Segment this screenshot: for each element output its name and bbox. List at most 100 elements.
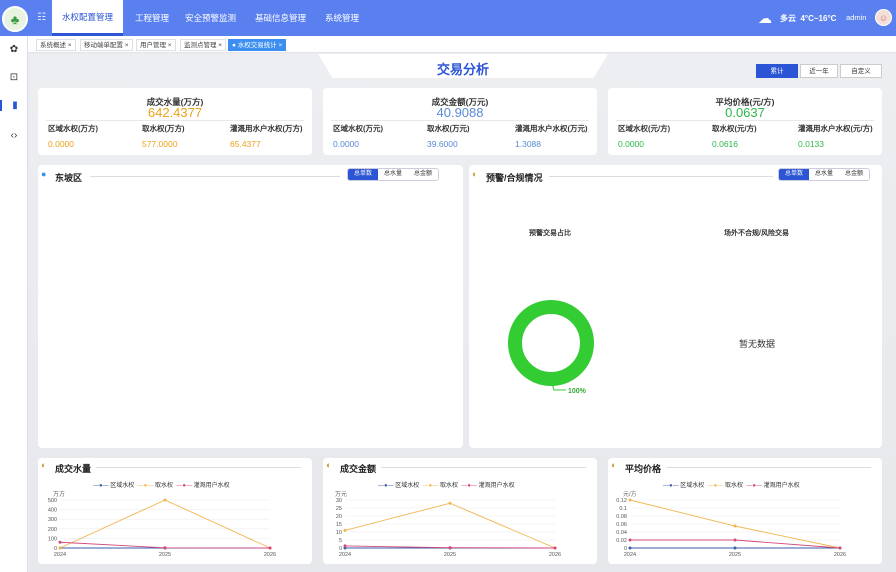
- stat-sub-label: 区域水权(元/方): [618, 124, 671, 133]
- toggle-water-volume[interactable]: 总水量: [378, 169, 409, 180]
- tab-system-overview[interactable]: 系统概述 ×: [36, 39, 76, 51]
- period-last-year-button[interactable]: 近一年: [800, 64, 838, 78]
- no-data-text: 暂无数据: [739, 339, 776, 349]
- y-tick-label: 0.1: [619, 506, 627, 512]
- divider: [666, 467, 871, 468]
- cloud-icon: ☁: [758, 10, 772, 26]
- toggle-amount[interactable]: 总金额: [408, 169, 439, 180]
- nav-basic-info[interactable]: 基础信息管理: [245, 0, 316, 36]
- toggle-order-count[interactable]: 总单数: [779, 169, 810, 180]
- data-point: [343, 544, 347, 548]
- data-point: [268, 546, 272, 550]
- legend-marker: —●—: [663, 483, 679, 489]
- warning-metric-toggle: 总单数 总水量 总金额: [778, 168, 871, 181]
- stat-sub-label: 灌溉用水户水权(元/方): [798, 124, 873, 133]
- nav-safety-monitoring[interactable]: 安全预警监测: [175, 0, 246, 36]
- series-line: [344, 502, 556, 549]
- data-point: [163, 498, 167, 502]
- divider: [616, 120, 874, 121]
- avatar[interactable]: ☺: [875, 9, 892, 26]
- stat-sub-label: 取水权(元/方): [712, 124, 757, 133]
- y-tick-label: 200: [48, 527, 57, 533]
- legend-label: 灌溉用户水权: [478, 483, 515, 489]
- divider: [46, 120, 304, 121]
- nav-system[interactable]: 系统管理: [315, 0, 369, 36]
- price-line-chart: 00.020.040.060.080.10.122024 2025 2026: [616, 498, 846, 558]
- stat-value: 0.0637: [725, 105, 765, 120]
- legend-label: 灌溉用户水权: [763, 483, 800, 489]
- warning-title: 预警/合规情况: [486, 173, 543, 183]
- weather-condition: 多云: [780, 14, 796, 23]
- tab-mobile-config[interactable]: 移动端单配置 ×: [80, 39, 133, 51]
- y-tick-label: 100: [48, 536, 57, 542]
- legend-label: 区域水权: [110, 483, 135, 489]
- toggle-water-volume[interactable]: 总水量: [809, 169, 840, 180]
- tab-user-management[interactable]: 用户管理 ×: [136, 39, 176, 51]
- tab-water-rights-stats[interactable]: ● 水权交易统计 ×: [228, 39, 287, 51]
- period-cumulative-button[interactable]: 累计: [756, 64, 798, 78]
- y-tick-label: 300: [48, 517, 57, 523]
- legend-marker: —●—: [707, 483, 724, 489]
- legend-label: 区域水权: [680, 483, 705, 489]
- toggle-amount[interactable]: 总金额: [839, 169, 870, 180]
- volume-line-chart: 01002003004005002024 2025 2026: [48, 498, 276, 558]
- data-point: [343, 528, 347, 532]
- stat-sub-value: 0.0133: [798, 139, 824, 149]
- username[interactable]: admin: [846, 13, 866, 22]
- logo-glyph: ♣: [10, 11, 20, 27]
- divider: [381, 467, 586, 468]
- legend-marker: —●—: [422, 483, 439, 489]
- stat-sub-value: 39.6000: [427, 139, 458, 149]
- y-tick-label: 15: [336, 522, 342, 528]
- y-tick-label: 500: [48, 498, 57, 504]
- nav-engineering[interactable]: 工程管理: [125, 0, 179, 36]
- y-tick-label: 400: [48, 508, 57, 514]
- app-logo[interactable]: ♣: [2, 6, 28, 32]
- data-point: [58, 546, 62, 550]
- top-nav: ♣ ☷ 水权配置管理 工程管理 安全预警监测 基础信息管理 系统管理 ☁ 多云 …: [0, 0, 896, 36]
- legend-label: 灌溉用户水权: [193, 483, 230, 489]
- stat-card-price: 平均价格(元/方) 0.0637 区域水权(元/方) 取水权(元/方) 灌溉用水…: [608, 88, 882, 155]
- nav-water-rights-allocation[interactable]: 水权配置管理: [52, 0, 124, 36]
- stat-sub-value: 577.0000: [142, 139, 178, 149]
- sidebar: ✿ ⊡ ▮ ‹›: [0, 36, 28, 572]
- period-custom-button[interactable]: 自定义: [840, 64, 882, 78]
- box-icon[interactable]: ⊡: [0, 72, 28, 83]
- chart-card-volume: ◐ 成交水量 —●— 区域水权 —●— 取水权 —●— 灌溉用户水权 万方 01…: [38, 458, 312, 564]
- page-title: 交易分析: [436, 62, 489, 77]
- chart-title: 成交金额: [340, 464, 377, 474]
- chart-legend: —●— 区域水权 —●— 取水权 —●— 灌溉用户水权: [378, 480, 515, 489]
- tab-monitoring-points[interactable]: 监测点管理 ×: [180, 39, 227, 51]
- location-pin-icon: ●: [41, 169, 47, 179]
- stat-card-volume: 成交水量(万方) 642.4377 区域水权(万方) 取水权(万方) 灌溉用水户…: [38, 88, 312, 155]
- stat-sub-label: 取水权(万元): [427, 124, 470, 133]
- tab-strip: 系统概述 × 移动端单配置 × 用户管理 × 监测点管理 × ● 水权交易统计 …: [28, 36, 896, 53]
- chart-title: 平均价格: [625, 464, 662, 474]
- legend-marker: —●—: [93, 483, 109, 489]
- divider: [90, 176, 340, 177]
- y-tick-label: 0.04: [616, 530, 627, 536]
- weather-temp: 4°C~16°C: [800, 14, 837, 23]
- toggle-switch-icon: ◐: [472, 169, 478, 179]
- gear-icon[interactable]: ✿: [0, 44, 28, 55]
- x-tick-label: 2026: [264, 552, 276, 558]
- chart-legend: —●— 区域水权 —●— 取水权 —●— 灌溉用户水权: [93, 480, 230, 489]
- legend-marker: —●—: [176, 483, 192, 489]
- x-tick-label: 2026: [834, 552, 846, 558]
- y-tick-label: 0.12: [616, 498, 627, 504]
- legend-marker: —●—: [137, 483, 154, 489]
- stat-sub-label: 区域水权(万元): [333, 124, 383, 133]
- divider: [549, 176, 773, 177]
- toggle-switch-icon: ◐: [326, 460, 332, 470]
- y-tick-label: 0.02: [616, 538, 627, 544]
- toggle-order-count[interactable]: 总单数: [348, 169, 379, 180]
- stat-sub-label: 取水权(万方): [142, 124, 185, 133]
- code-icon[interactable]: ‹›: [0, 130, 28, 141]
- menu-toggle-icon[interactable]: ☷: [37, 12, 46, 23]
- stat-sub-label: 区域水权(万方): [48, 124, 98, 133]
- stat-sub-label: 灌溉用水户水权(万元): [515, 124, 588, 133]
- stat-sub-label: 灌溉用水户水权(万方): [230, 124, 303, 133]
- stat-sub-value: 65.4377: [230, 139, 261, 149]
- x-tick-label: 2024: [54, 552, 66, 558]
- bar-chart-icon[interactable]: ▮: [0, 100, 28, 111]
